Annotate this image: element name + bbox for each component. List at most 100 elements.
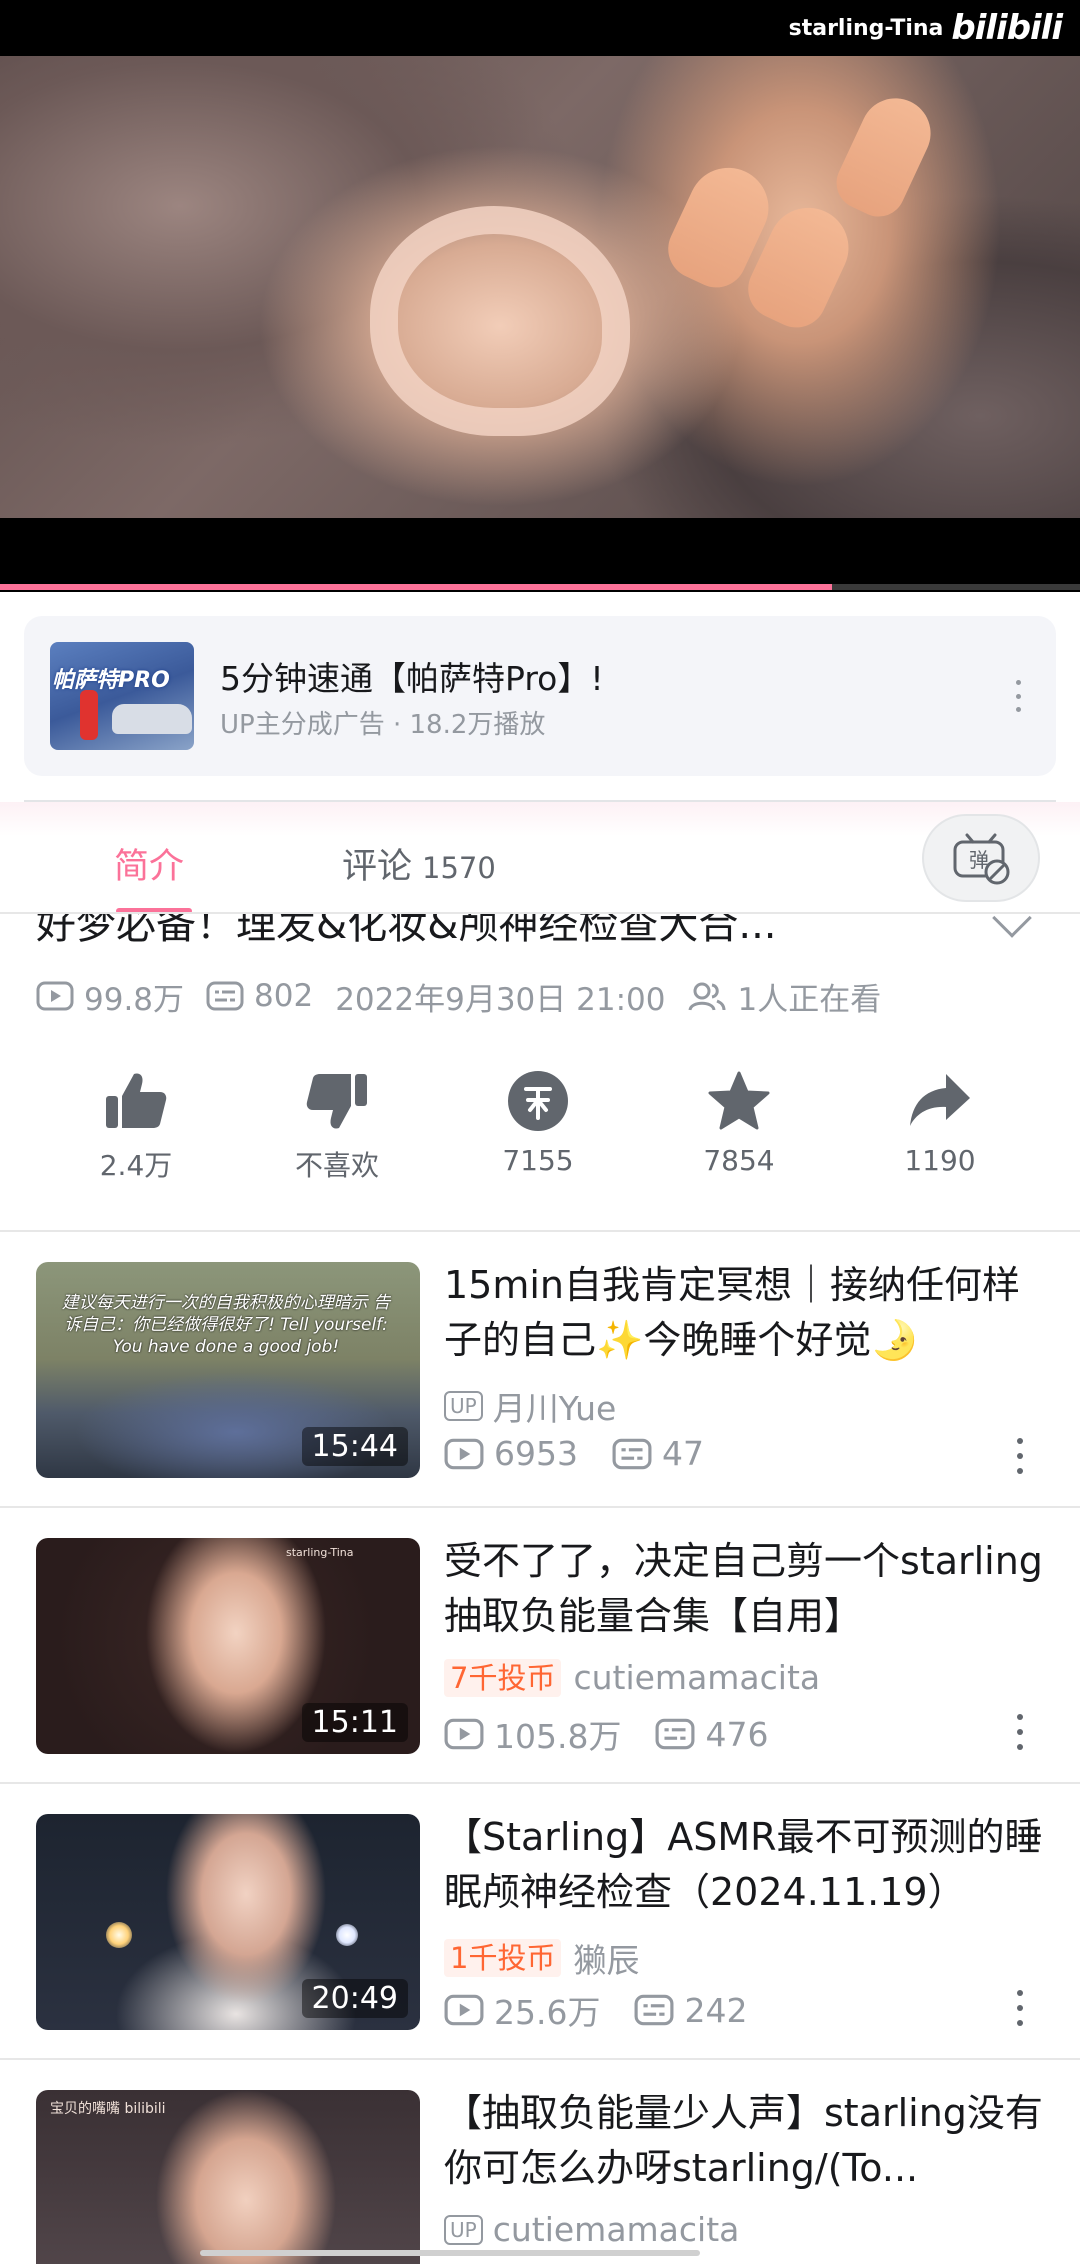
danmaku-count: 476 bbox=[705, 1714, 769, 1754]
video-duration: 20:49 bbox=[301, 1979, 408, 2018]
viewers-icon bbox=[688, 982, 726, 1011]
video-duration: 15:44 bbox=[301, 1427, 408, 1466]
video-player[interactable]: starling-Tina bilibili bbox=[0, 0, 1080, 592]
video-watermark: starling-Tina bilibili bbox=[788, 8, 1063, 48]
danmaku-count-icon bbox=[206, 981, 244, 1011]
divider bbox=[0, 2058, 1080, 2060]
video-thumbnail[interactable]: 宝贝的嘴嘴 bilibili bbox=[36, 2090, 420, 2264]
danmaku-count: 47 bbox=[661, 1434, 704, 1473]
tab-comments[interactable]: 评论 1570 bbox=[342, 838, 496, 889]
play-count-icon bbox=[444, 1438, 484, 1469]
video-frame[interactable] bbox=[0, 56, 1080, 518]
coin-count: 7155 bbox=[502, 1144, 574, 1177]
danmaku-count: 242 bbox=[684, 1990, 748, 2030]
share-count: 1190 bbox=[904, 1144, 976, 1177]
video-stats: 25.6万 242 bbox=[444, 1986, 781, 2034]
video-title-area[interactable]: 好梦必备！理发&化妆&颅神经检查大合... bbox=[0, 914, 1080, 952]
coin-button[interactable]: 7155 bbox=[438, 1070, 638, 1177]
coin-badge: 7千投币 bbox=[444, 1658, 562, 1697]
danmaku-count: 802 bbox=[254, 978, 314, 1014]
tab-intro[interactable]: 简介 bbox=[114, 838, 184, 889]
watching-stat: 1人正在看 bbox=[687, 974, 881, 1019]
video-stats: 105.8万 476 bbox=[444, 1710, 802, 1758]
danmaku-off-icon: 弹 bbox=[953, 833, 1010, 885]
uploader[interactable]: UP 月川Yue bbox=[444, 1382, 616, 1430]
video-thumbnail[interactable]: starling-Tina 15:11 bbox=[36, 1538, 420, 1754]
thumbnail-caption: 建议每天进行一次的自我积极的心理暗示 告诉自己：你已经做得很好了! Tell y… bbox=[61, 1293, 391, 1357]
danmaku-count-icon bbox=[635, 1994, 674, 2026]
video-meta: 99.8万 802 2022年9月30日 21:00 1人正在看 bbox=[36, 974, 903, 1018]
divider bbox=[0, 1230, 1080, 1232]
tab-comments-label: 评论 bbox=[342, 847, 413, 887]
list-item[interactable]: starling-Tina 15:11 受不了了，决定自己剪一个starling… bbox=[0, 1538, 1080, 1814]
favorite-count: 7854 bbox=[703, 1144, 775, 1177]
more-options-icon[interactable] bbox=[1016, 1714, 1024, 1750]
views-count: 25.6万 bbox=[494, 1993, 601, 2032]
progress-fill bbox=[0, 584, 832, 590]
danmaku-toggle-button[interactable]: 弹 bbox=[922, 814, 1040, 902]
ad-thumbnail-person bbox=[80, 690, 98, 740]
more-options-icon[interactable] bbox=[1016, 680, 1022, 712]
tab-bar: 简介 评论 1570 弹 bbox=[0, 800, 1080, 914]
video-thumbnail[interactable]: 建议每天进行一次的自我积极的心理暗示 告诉自己：你已经做得很好了! Tell y… bbox=[36, 1262, 420, 1478]
thumbnail-light bbox=[336, 1924, 358, 1946]
share-button[interactable]: 1190 bbox=[840, 1070, 1040, 1177]
star-icon bbox=[708, 1071, 770, 1130]
bilibili-logo: bilibili bbox=[951, 8, 1063, 48]
dislike-label: 不喜欢 bbox=[294, 1149, 379, 1182]
video-duration: 15:11 bbox=[301, 1703, 408, 1742]
views-stat: 6953 bbox=[444, 1434, 578, 1473]
favorite-button[interactable]: 7854 bbox=[639, 1070, 839, 1177]
tab-bar-background bbox=[0, 802, 1080, 836]
divider bbox=[0, 1506, 1080, 1508]
list-item[interactable]: 20:49 【Starling】ASMR最不可预测的睡眠颅神经检查（2024.1… bbox=[0, 1814, 1080, 2090]
uploader[interactable]: 7千投币 cutiemamacita bbox=[444, 1658, 820, 1697]
ad-title: 5分钟速通【帕萨特Pro】! bbox=[220, 659, 604, 698]
video-title: 【Starling】ASMR最不可预测的睡眠颅神经检查（2024.11.19） bbox=[444, 1815, 1043, 1914]
more-options-icon[interactable] bbox=[1016, 1438, 1024, 1474]
uploader[interactable]: UP cutiemamacita bbox=[444, 2210, 739, 2249]
ad-thumbnail-car bbox=[112, 704, 192, 734]
video-title: 【抽取负能量少人声】starling没有你可怎么办呀starling/(To..… bbox=[444, 2091, 1043, 2190]
video-title: 受不了了，决定自己剪一个starling抽取负能量合集【自用】 bbox=[444, 1539, 1043, 1638]
video-thumbnail[interactable]: 20:49 bbox=[36, 1814, 420, 2030]
views-stat: 99.8万 bbox=[36, 974, 184, 1019]
video-title: 好梦必备！理发&化妆&颅神经检查大合... bbox=[36, 914, 777, 948]
coin-icon bbox=[508, 1071, 568, 1131]
thumbnail-light bbox=[106, 1922, 132, 1948]
views-stat: 25.6万 bbox=[444, 1986, 600, 2034]
more-options-icon[interactable] bbox=[1016, 1990, 1024, 2026]
ad-subtitle: UP主分成广告 · 18.2万播放 bbox=[220, 710, 546, 740]
watermark-user: starling-Tina bbox=[788, 15, 944, 41]
up-badge: UP bbox=[444, 2214, 483, 2245]
list-item[interactable]: 宝贝的嘴嘴 bilibili 【抽取负能量少人声】starling没有你可怎么办… bbox=[0, 2090, 1080, 2264]
play-count-icon bbox=[444, 1994, 484, 2026]
dislike-button[interactable]: 不喜欢 bbox=[237, 1070, 437, 1184]
like-button[interactable]: 2.4万 bbox=[36, 1070, 236, 1184]
ad-card[interactable]: 帕萨特PRO 5分钟速通【帕萨特Pro】! UP主分成广告 · 18.2万播放 bbox=[24, 616, 1056, 776]
thumbnail-watermark: 宝贝的嘴嘴 bilibili bbox=[50, 2101, 166, 2117]
uploader[interactable]: 1千投币 獭辰 bbox=[444, 1934, 639, 1982]
uploader-name: 月川Yue bbox=[492, 1389, 617, 1428]
tab-comments-count: 1570 bbox=[422, 851, 496, 885]
play-count-icon bbox=[36, 981, 74, 1011]
danmaku-stat: 47 bbox=[612, 1434, 704, 1473]
danmaku-stat: 242 bbox=[634, 1991, 747, 2030]
publish-datetime: 2022年9月30日 21:00 bbox=[335, 981, 666, 1018]
publish-date: 2022年9月30日 21:00 bbox=[335, 974, 665, 1019]
watching-count: 1人正在看 bbox=[737, 981, 882, 1018]
gesture-bar bbox=[200, 2250, 700, 2256]
thumbs-up-icon bbox=[106, 1073, 167, 1128]
play-count-icon bbox=[444, 1718, 484, 1750]
uploader-name: cutiemamacita bbox=[492, 2210, 740, 2249]
list-item[interactable]: 建议每天进行一次的自我积极的心理暗示 告诉自己：你已经做得很好了! Tell y… bbox=[0, 1262, 1080, 1538]
thumbs-down-icon bbox=[306, 1074, 367, 1129]
up-badge: UP bbox=[444, 1391, 483, 1421]
danmaku-stat: 802 bbox=[206, 978, 313, 1014]
ad-thumbnail: 帕萨特PRO bbox=[50, 642, 194, 750]
danmaku-count-icon bbox=[656, 1718, 695, 1750]
uploader-name: cutiemamacita bbox=[573, 1658, 821, 1697]
video-ear-shape bbox=[370, 206, 630, 436]
views-count: 105.8万 bbox=[494, 1717, 622, 1756]
ad-thumbnail-text: 帕萨特PRO bbox=[52, 668, 170, 693]
